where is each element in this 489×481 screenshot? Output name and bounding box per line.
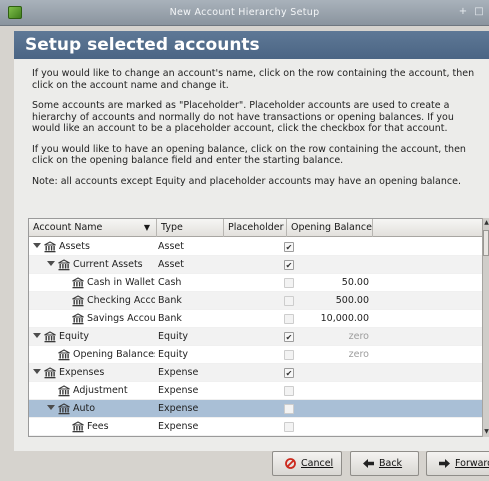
opening-balance-cell[interactable] (287, 256, 369, 274)
opening-balance-cell[interactable] (287, 400, 369, 418)
bank-building-icon (44, 241, 56, 253)
page-header-band: Setup selected accounts (14, 31, 489, 59)
table-row[interactable]: Savings Accoun Bank 10,000.00 (29, 310, 482, 328)
table-row[interactable]: Checking Accou Bank 500.00 (29, 292, 482, 310)
table-row[interactable]: Equity Equity ✔ zero (29, 328, 482, 346)
table-row[interactable]: Fees Expense (29, 418, 482, 436)
accounts-tree-table[interactable]: Account Name ▼ Type Placeholder Opening … (28, 218, 483, 437)
bank-building-icon (72, 313, 84, 325)
account-type-cell: Expense (158, 385, 199, 396)
account-name-cell[interactable]: Savings Accoun (87, 310, 155, 328)
account-name-cell[interactable]: Checking Accou (87, 292, 155, 310)
table-row[interactable]: Current Assets Asset ✔ (29, 256, 482, 274)
account-type-cell: Expense (158, 421, 199, 432)
arrow-right-icon (439, 459, 450, 468)
expander-triangle-icon[interactable] (33, 369, 41, 374)
account-name-cell[interactable]: Auto (73, 400, 155, 418)
opening-balance-cell[interactable]: zero (287, 328, 369, 346)
expander-triangle-icon[interactable] (47, 261, 55, 266)
window-titlebar[interactable]: New Account Hierarchy Setup + □ (0, 0, 489, 26)
opening-balance-cell[interactable]: 10,000.00 (287, 310, 369, 328)
account-type-cell: Bank (158, 313, 182, 324)
account-type-cell: Equity (158, 331, 189, 342)
bank-building-icon (58, 259, 70, 271)
scrollbar-thumb[interactable] (483, 230, 489, 256)
forward-button-label: Forward (455, 458, 489, 469)
account-type-cell: Expense (158, 436, 222, 437)
column-header-type[interactable]: Type (157, 219, 224, 237)
account-name-cell[interactable]: Fees (87, 418, 155, 436)
opening-balance-cell[interactable]: 500.00 (287, 292, 369, 310)
column-header-account-name[interactable]: Account Name ▼ (29, 219, 157, 237)
account-type-cell: Cash (158, 277, 182, 288)
bank-building-icon (58, 385, 70, 397)
sort-down-icon: ▼ (143, 223, 150, 232)
instruction-paragraph: Note: all accounts except Equity and pla… (32, 175, 461, 187)
bank-building-icon (72, 421, 84, 433)
account-name-cell[interactable]: Gas (87, 436, 155, 437)
window-button-icon[interactable]: + (457, 6, 469, 18)
opening-balance-cell[interactable] (287, 418, 369, 436)
bank-building-icon (58, 403, 70, 415)
table-scrollbar[interactable]: ▲ ▼ (482, 218, 489, 437)
back-button[interactable]: Back (350, 451, 419, 476)
table-row[interactable]: GasExpense (29, 436, 483, 437)
scroll-down-icon[interactable]: ▼ (483, 427, 489, 437)
account-name-cell[interactable]: Expenses (59, 364, 155, 382)
account-type-cell: Asset (158, 259, 184, 270)
instruction-paragraph: If you would like to have an opening bal… (32, 143, 466, 167)
account-name-cell[interactable]: Cash in Wallet (87, 274, 155, 292)
instruction-paragraph: Some accounts are marked as "Placeholder… (32, 100, 454, 134)
expander-triangle-icon[interactable] (33, 243, 41, 248)
opening-balance-cell[interactable] (287, 364, 369, 382)
table-header: Account Name ▼ Type Placeholder Opening … (29, 219, 482, 237)
expander-triangle-icon[interactable] (33, 333, 41, 338)
column-header-filler (373, 219, 482, 237)
bank-building-icon (44, 331, 56, 343)
instructions: If you would like to change an account's… (32, 68, 477, 196)
table-row[interactable]: Assets Asset ✔ (29, 238, 482, 256)
column-header-label: Account Name (33, 222, 103, 233)
account-type-cell: Bank (158, 295, 182, 306)
table-row[interactable]: Opening Balances Equity zero (29, 346, 482, 364)
account-name-cell[interactable]: Equity (59, 328, 155, 346)
account-type-cell: Expense (158, 367, 199, 378)
opening-balance-cell[interactable] (287, 238, 369, 256)
bank-building-icon (72, 277, 84, 289)
cancel-button[interactable]: Cancel (272, 451, 342, 476)
opening-balance-cell[interactable]: 50.00 (287, 274, 369, 292)
bank-building-icon (72, 295, 84, 307)
forward-button[interactable]: Forward (426, 451, 489, 476)
table-row[interactable]: Auto Expense (29, 400, 482, 418)
expander-triangle-icon[interactable] (47, 405, 55, 410)
opening-balance-cell[interactable] (287, 382, 369, 400)
bank-building-icon (44, 367, 56, 379)
cancel-icon (285, 458, 296, 469)
account-name-cell[interactable]: Adjustment (73, 382, 155, 400)
opening-balance-cell[interactable]: zero (287, 346, 369, 364)
account-type-cell: Expense (158, 403, 199, 414)
window-title: New Account Hierarchy Setup (169, 7, 320, 18)
scroll-up-icon[interactable]: ▲ (483, 218, 489, 228)
back-button-label: Back (379, 458, 403, 469)
account-name-cell[interactable]: Current Assets (73, 256, 155, 274)
account-type-cell: Equity (158, 349, 189, 360)
table-row[interactable]: Cash in Wallet Cash 50.00 (29, 274, 482, 292)
opening-balance-cell[interactable] (287, 436, 369, 437)
arrow-left-icon (363, 459, 374, 468)
bank-building-icon (58, 349, 70, 361)
account-type-cell: Asset (158, 241, 184, 252)
table-row[interactable]: Adjustment Expense (29, 382, 482, 400)
column-header-placeholder[interactable]: Placeholder (224, 219, 287, 237)
column-header-opening-balance[interactable]: Opening Balance (287, 219, 373, 237)
cancel-button-label: Cancel (301, 458, 334, 469)
page-title: Setup selected accounts (25, 35, 260, 55)
account-name-cell[interactable]: Opening Balances (73, 346, 155, 364)
table-row[interactable]: Expenses Expense ✔ (29, 364, 482, 382)
account-name-cell[interactable]: Assets (59, 238, 155, 256)
maximize-button-icon[interactable]: □ (473, 6, 485, 18)
instruction-paragraph: If you would like to change an account's… (32, 68, 475, 91)
